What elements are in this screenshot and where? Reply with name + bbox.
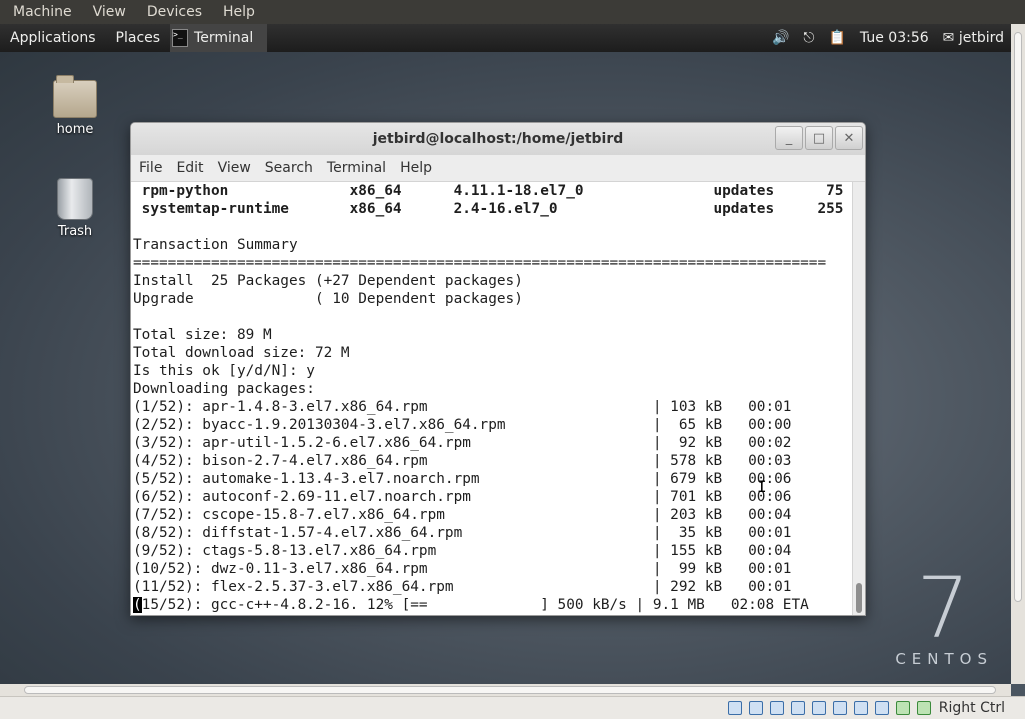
terminal-line: (4/52): bison-2.7-4.el7.x86_64.rpm | 578… — [133, 453, 792, 469]
network-icon[interactable]: ⎋ — [796, 30, 821, 46]
cpu-virtualization-icon[interactable] — [895, 701, 910, 715]
menu-edit[interactable]: Edit — [168, 160, 209, 176]
terminal-scrollbar[interactable] — [852, 182, 865, 615]
minimize-button[interactable]: _ — [775, 126, 803, 150]
terminal-line: (2/52): byacc-1.9.20130304-3.el7.x86_64.… — [133, 417, 792, 433]
terminal-line: Transaction Summary — [133, 237, 298, 253]
menu-help[interactable]: Help — [392, 160, 438, 176]
terminal-line: Downloading packages: — [133, 381, 315, 397]
places-menu[interactable]: Places — [106, 30, 171, 46]
home-folder-icon — [53, 75, 97, 118]
terminal-line: Is this ok [y/d/N]: y — [133, 363, 315, 379]
terminal-line: Total size: 89 M — [133, 327, 272, 343]
user-name: jetbird — [958, 30, 1004, 46]
desktop-icon-trash[interactable]: Trash — [35, 178, 115, 239]
usb-icon[interactable] — [811, 701, 826, 715]
terminal-line: (1/52): apr-1.4.8-3.el7.x86_64.rpm | 103… — [133, 399, 792, 415]
mouse-integration-icon[interactable] — [916, 701, 931, 715]
centos-name: CENTOS — [895, 650, 993, 668]
vbox-horizontal-thumb[interactable] — [24, 686, 996, 694]
window-titlebar[interactable]: jetbird@localhost:/home/jetbird _ □ ✕ — [131, 123, 865, 155]
terminal-line: Install 25 Packages (+27 Dependent packa… — [133, 273, 523, 289]
terminal-line: Upgrade ( 10 Dependent packages) — [133, 291, 523, 307]
user-icon: ✉ — [942, 30, 955, 46]
vbox-menu-view[interactable]: View — [80, 4, 134, 20]
terminal-line: ========================================… — [133, 255, 827, 271]
menu-file[interactable]: File — [131, 160, 168, 176]
centos-version: 7 — [916, 559, 972, 657]
display-icon[interactable] — [853, 701, 868, 715]
vbox-menu-devices[interactable]: Devices — [134, 4, 210, 20]
trash-icon — [57, 178, 93, 220]
vbox-vertical-scrollbar[interactable] — [1011, 24, 1025, 684]
user-menu[interactable]: ✉ jetbird — [936, 30, 1011, 46]
text-cursor: ( — [133, 597, 142, 613]
taskbar-terminal-label: Terminal — [194, 30, 254, 46]
maximize-button[interactable]: □ — [805, 126, 833, 150]
ibeam-cursor-icon: I — [757, 477, 767, 496]
terminal-output[interactable]: rpm-python x86_64 4.11.1-18.el7_0 update… — [131, 182, 853, 615]
terminal-line: (11/52): flex-2.5.37-3.el7.x86_64.rpm | … — [133, 579, 792, 595]
terminal-line: (5/52): automake-1.13.4-3.el7.noarch.rpm… — [133, 471, 792, 487]
top-panel: Applications Places >_ Terminal 🔊 ⎋ 📋 Tu… — [0, 24, 1011, 52]
vbox-statusbar: Right Ctrl — [0, 696, 1025, 719]
desktop-icon-trash-label: Trash — [57, 224, 93, 239]
desktop-icon-home-label: home — [56, 122, 94, 137]
clipboard-icon[interactable]: 📋 — [821, 30, 852, 46]
progress-text: 15/52): gcc-c++-4.8.2-16. 12% [== ] 500 … — [141, 597, 809, 613]
menu-terminal[interactable]: Terminal — [319, 160, 392, 176]
window-title: jetbird@localhost:/home/jetbird — [372, 131, 624, 147]
terminal-progress-line: (15/52): gcc-c++-4.8.2-16. 12% [== ] 500… — [133, 596, 853, 614]
menu-view[interactable]: View — [210, 160, 257, 176]
terminal-window[interactable]: jetbird@localhost:/home/jetbird _ □ ✕ Fi… — [130, 122, 866, 616]
vbox-menu-help[interactable]: Help — [210, 4, 263, 20]
terminal-scroll-thumb[interactable] — [856, 583, 862, 613]
clock[interactable]: Tue 03:56 — [853, 30, 936, 46]
terminal-line: (7/52): cscope-15.8-7.el7.x86_64.rpm | 2… — [133, 507, 792, 523]
vbox-menu-machine[interactable]: Machine — [0, 4, 80, 20]
terminal-line: (9/52): ctags-5.8-13.el7.x86_64.rpm | 15… — [133, 543, 792, 559]
applications-menu[interactable]: Applications — [0, 30, 106, 46]
video-capture-icon[interactable] — [874, 701, 889, 715]
hard-disk-icon[interactable] — [727, 701, 742, 715]
desktop-icon-home[interactable]: home — [35, 75, 115, 137]
menu-search[interactable]: Search — [257, 160, 319, 176]
terminal-line: rpm-python x86_64 4.11.1-18.el7_0 update… — [133, 183, 853, 199]
optical-drive-icon[interactable] — [748, 701, 763, 715]
terminal-line: (3/52): apr-util-1.5.2-6.el7.x86_64.rpm … — [133, 435, 792, 451]
terminal-line: (6/52): autoconf-2.69-11.el7.noarch.rpm … — [133, 489, 792, 505]
vbox-menubar: Machine View Devices Help — [0, 0, 1025, 24]
terminal-menubar: File Edit View Search Terminal Help — [131, 155, 865, 182]
centos-logo: 7 CENTOS — [895, 566, 993, 668]
host-key-label: Right Ctrl — [938, 700, 1005, 716]
terminal-icon: >_ — [172, 29, 189, 47]
audio-icon[interactable] — [769, 701, 784, 715]
taskbar-terminal[interactable]: >_ Terminal — [170, 24, 268, 52]
close-button[interactable]: ✕ — [835, 126, 863, 150]
volume-icon[interactable]: 🔊 — [765, 30, 796, 46]
terminal-line: Total download size: 72 M — [133, 345, 350, 361]
network-adapter-icon[interactable] — [790, 701, 805, 715]
terminal-line: (10/52): dwz-0.11-3.el7.x86_64.rpm | 99 … — [133, 561, 792, 577]
terminal-line: systemtap-runtime x86_64 2.4-16.el7_0 up… — [133, 201, 853, 217]
terminal-line: (8/52): diffstat-1.57-4.el7.x86_64.rpm |… — [133, 525, 792, 541]
vbox-horizontal-scrollbar[interactable] — [0, 684, 1011, 696]
shared-folders-icon[interactable] — [832, 701, 847, 715]
vbox-vertical-thumb[interactable] — [1014, 32, 1022, 602]
